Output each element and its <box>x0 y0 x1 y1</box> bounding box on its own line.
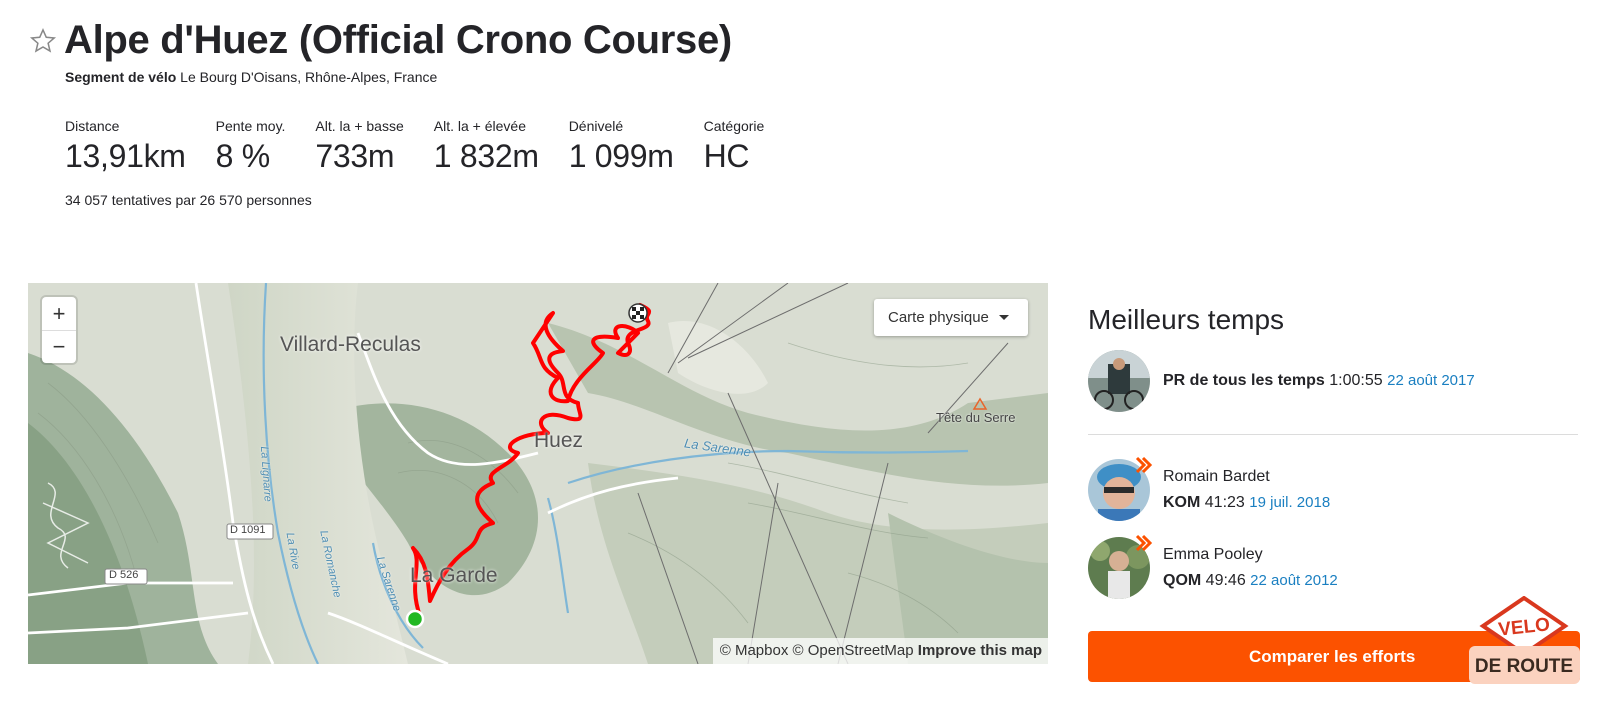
stat-label: Dénivelé <box>568 118 624 134</box>
stat-elevation-gain: Dénivelé 1 099m <box>569 118 674 175</box>
terrain-map <box>28 283 1048 664</box>
kom-text: Romain Bardet KOM 41:23 19 juil. 2018 <box>1163 464 1330 515</box>
pr-text: PR de tous les temps 1:00:55 22 août 201… <box>1163 368 1475 394</box>
stat-value: 13,91km <box>65 138 186 174</box>
qom-text: Emma Pooley QOM 49:46 22 août 2012 <box>1163 542 1338 593</box>
leaderboard: Meilleurs temps PR de tous les temps 1:0… <box>1088 290 1578 615</box>
stat-label: Catégorie <box>703 118 765 134</box>
zoom-out-button[interactable]: − <box>42 330 76 363</box>
place-la-garde: La Garde <box>410 564 498 587</box>
pr-date-link[interactable]: 22 août 2017 <box>1387 372 1475 389</box>
pr-time: 1:00:55 <box>1329 372 1383 390</box>
attribution-osm[interactable]: © OpenStreetMap <box>793 642 914 659</box>
qom-time: 49:46 <box>1205 572 1246 589</box>
stat-category: Catégorie HC <box>704 118 765 175</box>
segment-location: Le Bourg D'Oisans, Rhône-Alpes, France <box>180 69 438 85</box>
avatar-pr[interactable] <box>1088 350 1150 412</box>
qom-athlete-name[interactable]: Emma Pooley <box>1163 542 1338 568</box>
caret-down-icon <box>998 315 1009 320</box>
stat-label: Distance <box>65 118 120 134</box>
crown-chevrons-icon <box>1135 456 1153 474</box>
place-tete-du-serre: Tête du Serre <box>936 410 1016 425</box>
pr-row: PR de tous les temps 1:00:55 22 août 201… <box>1088 350 1578 412</box>
map-layer-label: Carte physique <box>888 309 989 326</box>
stat-value: HC <box>703 138 750 174</box>
avatar-kom-wrapper <box>1088 456 1153 521</box>
zoom-in-button[interactable]: + <box>42 297 76 330</box>
kom-label: KOM <box>1163 494 1201 511</box>
kom-date-link[interactable]: 19 juil. 2018 <box>1249 494 1330 511</box>
kom-athlete-name[interactable]: Romain Bardet <box>1163 464 1330 490</box>
kom-time: 41:23 <box>1204 494 1245 511</box>
start-marker <box>405 609 425 629</box>
stat-highest-elevation: Alt. la + élevée 1 832m <box>434 118 539 175</box>
map-attribution: © Mapbox © OpenStreetMap Improve this ma… <box>712 638 1048 664</box>
avatar-qom-wrapper <box>1088 534 1153 599</box>
stat-label: Alt. la + basse <box>315 118 404 134</box>
kom-row: Romain Bardet KOM 41:23 19 juil. 2018 <box>1088 456 1578 521</box>
segment-header: Alpe d'Huez (Official Crono Course) Segm… <box>28 18 732 85</box>
stat-value: 8 % <box>215 138 271 174</box>
stat-grade: Pente moy. 8 % <box>216 118 286 175</box>
stat-label: Alt. la + élevée <box>433 118 526 134</box>
qom-row: Emma Pooley QOM 49:46 22 août 2012 <box>1088 534 1578 599</box>
attempts-count: 34 057 tentatives par 26 570 personnes <box>65 192 312 208</box>
pr-label: PR de tous les temps <box>1163 372 1325 390</box>
place-villard-reculas: Villard-Reculas <box>280 333 421 356</box>
attribution-mapbox[interactable]: © Mapbox <box>720 642 789 659</box>
segment-map[interactable]: Villard-Reculas Huez La Garde Tête du Se… <box>28 283 1048 664</box>
improve-map-link[interactable]: Improve this map <box>918 642 1042 659</box>
page-title: Alpe d'Huez (Official Crono Course) <box>64 18 732 62</box>
zoom-control: + − <box>42 297 76 363</box>
stat-lowest-elevation: Alt. la + basse 733m <box>315 118 403 175</box>
finish-flag-icon <box>628 303 648 323</box>
stat-distance: Distance 13,91km <box>65 118 186 175</box>
stat-value: 733m <box>315 138 395 174</box>
stat-value: 1 099m <box>568 138 674 174</box>
leaderboard-title: Meilleurs temps <box>1088 304 1285 335</box>
place-huez: Huez <box>534 429 584 452</box>
divider <box>1088 434 1578 435</box>
road-d526-label: D 526 <box>109 569 139 581</box>
segment-type: Segment de vélo <box>65 69 177 85</box>
road-d1091-label: D 1091 <box>230 524 266 536</box>
svg-text:DE ROUTE: DE ROUTE <box>1475 656 1573 677</box>
segment-subtitle: Segment de vélo Le Bourg D'Oisans, Rhône… <box>65 69 732 85</box>
map-layer-dropdown[interactable]: Carte physique <box>874 299 1028 336</box>
qom-date-link[interactable]: 22 août 2012 <box>1250 572 1338 589</box>
segment-stats: Distance 13,91km Pente moy. 8 % Alt. la … <box>65 118 794 175</box>
qom-label: QOM <box>1163 572 1202 589</box>
stat-label: Pente moy. <box>215 118 286 134</box>
velo-de-route-logo: VELO DE ROUTE <box>1467 595 1582 692</box>
stat-value: 1 832m <box>433 138 539 174</box>
star-icon[interactable] <box>28 26 58 56</box>
crown-chevrons-icon <box>1135 534 1153 552</box>
title-row: Alpe d'Huez (Official Crono Course) <box>28 18 732 63</box>
